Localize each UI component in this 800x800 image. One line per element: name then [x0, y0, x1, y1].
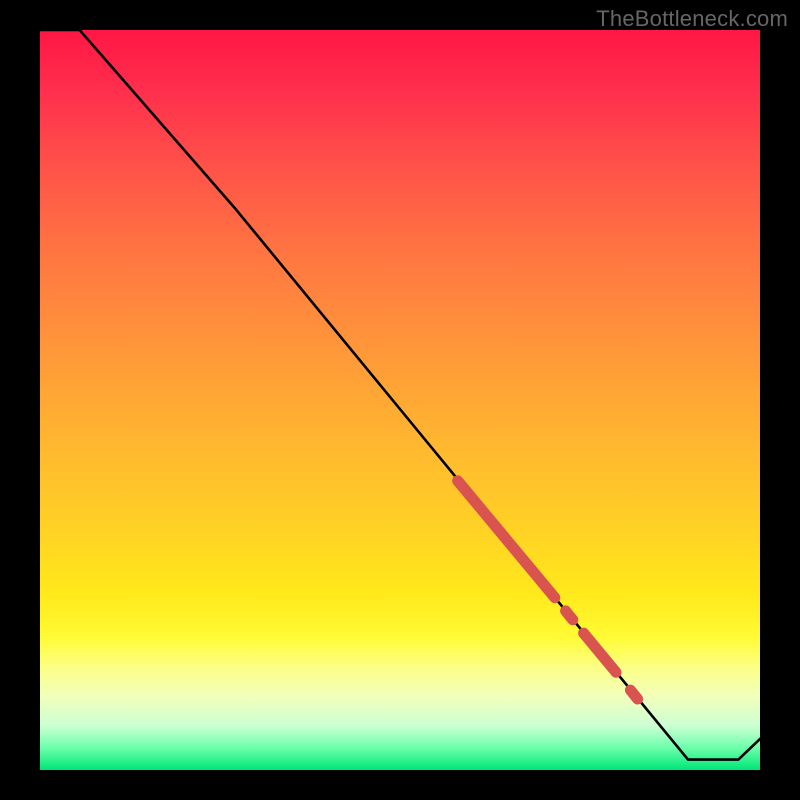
chart-highlight-segment: [584, 633, 616, 672]
chart-area: [40, 30, 760, 770]
chart-highlight-segment: [630, 690, 637, 699]
chart-line: [40, 30, 760, 760]
chart-highlight-segment: [458, 481, 555, 598]
chart-highlight-segment: [566, 611, 573, 620]
chart-line-layer: [40, 30, 760, 770]
chart-frame: [40, 30, 760, 770]
watermark-text: TheBottleneck.com: [596, 6, 788, 32]
chart-highlight-group: [458, 481, 638, 699]
